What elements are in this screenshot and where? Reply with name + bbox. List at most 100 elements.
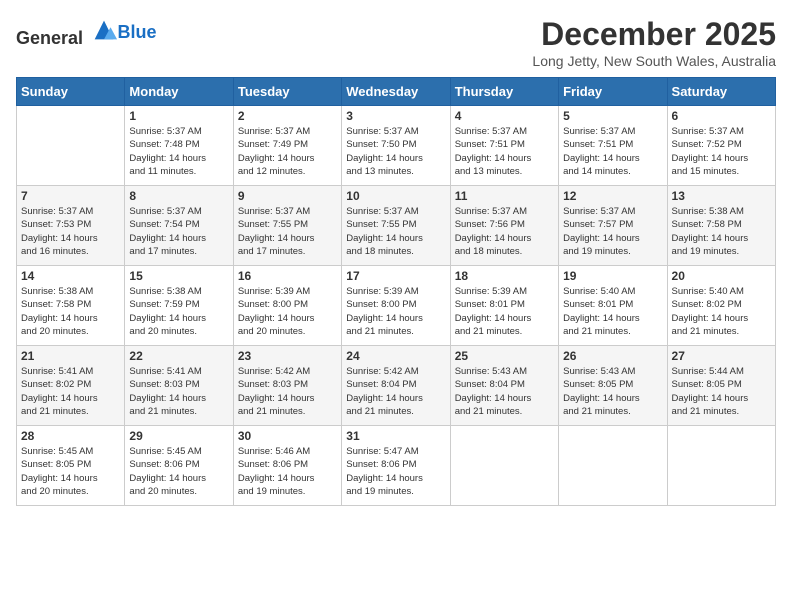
calendar-cell: 12Sunrise: 5:37 AM Sunset: 7:57 PM Dayli… (559, 186, 667, 266)
day-info: Sunrise: 5:40 AM Sunset: 8:01 PM Dayligh… (563, 285, 662, 338)
calendar-cell: 11Sunrise: 5:37 AM Sunset: 7:56 PM Dayli… (450, 186, 558, 266)
day-info: Sunrise: 5:46 AM Sunset: 8:06 PM Dayligh… (238, 445, 337, 498)
day-info: Sunrise: 5:37 AM Sunset: 7:55 PM Dayligh… (238, 205, 337, 258)
day-number: 29 (129, 429, 228, 443)
day-number: 22 (129, 349, 228, 363)
day-info: Sunrise: 5:38 AM Sunset: 7:59 PM Dayligh… (129, 285, 228, 338)
calendar-cell: 24 Sunrise: 5:42 AM Sunset: 8:04 PM Dayli… (342, 346, 450, 426)
day-number: 21 (21, 349, 120, 363)
day-info: Sunrise: 5:37 AM Sunset: 7:53 PM Dayligh… (21, 205, 120, 258)
day-info: Sunrise: 5:42 AM Sunset: 8:04 PM Dayligh… (346, 365, 445, 418)
day-number: 4 (455, 109, 554, 123)
calendar-cell: 8 Sunrise: 5:37 AM Sunset: 7:54 PM Daylig… (125, 186, 233, 266)
day-number: 7 (21, 189, 120, 203)
day-number: 26 (563, 349, 662, 363)
day-info: Sunrise: 5:45 AM Sunset: 8:05 PM Dayligh… (21, 445, 120, 498)
calendar-week-row: 28Sunrise: 5:45 AM Sunset: 8:05 PM Dayli… (17, 426, 776, 506)
calendar-cell (667, 426, 775, 506)
logo-icon (90, 16, 118, 44)
day-number: 19 (563, 269, 662, 283)
location: Long Jetty, New South Wales, Australia (532, 53, 776, 69)
day-info: Sunrise: 5:37 AM Sunset: 7:51 PM Dayligh… (563, 125, 662, 178)
calendar-cell: 14 Sunrise: 5:38 AM Sunset: 7:58 PM Dayli… (17, 266, 125, 346)
day-info: Sunrise: 5:37 AM Sunset: 7:48 PM Dayligh… (129, 125, 228, 178)
day-number: 23 (238, 349, 337, 363)
calendar-cell: 9 Sunrise: 5:37 AM Sunset: 7:55 PM Daylig… (233, 186, 341, 266)
day-number: 31 (346, 429, 445, 443)
calendar-cell: 27Sunrise: 5:44 AM Sunset: 8:05 PM Dayli… (667, 346, 775, 426)
day-info: Sunrise: 5:43 AM Sunset: 8:05 PM Dayligh… (563, 365, 662, 418)
calendar-cell (17, 106, 125, 186)
day-info: Sunrise: 5:41 AM Sunset: 8:03 PM Dayligh… (129, 365, 228, 418)
calendar-cell: 21Sunrise: 5:41 AM Sunset: 8:02 PM Dayli… (17, 346, 125, 426)
calendar-cell: 17 Sunrise: 5:39 AM Sunset: 8:00 PM Dayli… (342, 266, 450, 346)
day-number: 12 (563, 189, 662, 203)
logo-blue: Blue (118, 22, 157, 42)
calendar-cell: 6Sunrise: 5:37 AM Sunset: 7:52 PM Daylig… (667, 106, 775, 186)
calendar-week-row: 7 Sunrise: 5:37 AM Sunset: 7:53 PM Daylig… (17, 186, 776, 266)
day-info: Sunrise: 5:37 AM Sunset: 7:54 PM Dayligh… (129, 205, 228, 258)
day-info: Sunrise: 5:47 AM Sunset: 8:06 PM Dayligh… (346, 445, 445, 498)
calendar-week-row: 1Sunrise: 5:37 AM Sunset: 7:48 PM Daylig… (17, 106, 776, 186)
calendar-cell: 7 Sunrise: 5:37 AM Sunset: 7:53 PM Daylig… (17, 186, 125, 266)
day-number: 24 (346, 349, 445, 363)
calendar-cell: 25 Sunrise: 5:43 AM Sunset: 8:04 PM Dayli… (450, 346, 558, 426)
calendar-cell: 29 Sunrise: 5:45 AM Sunset: 8:06 PM Dayli… (125, 426, 233, 506)
day-info: Sunrise: 5:37 AM Sunset: 7:51 PM Dayligh… (455, 125, 554, 178)
day-number: 18 (455, 269, 554, 283)
calendar-cell: 22 Sunrise: 5:41 AM Sunset: 8:03 PM Dayli… (125, 346, 233, 426)
day-info: Sunrise: 5:44 AM Sunset: 8:05 PM Dayligh… (672, 365, 771, 418)
day-info: Sunrise: 5:37 AM Sunset: 7:49 PM Dayligh… (238, 125, 337, 178)
day-number: 20 (672, 269, 771, 283)
calendar-cell: 28Sunrise: 5:45 AM Sunset: 8:05 PM Dayli… (17, 426, 125, 506)
day-number: 3 (346, 109, 445, 123)
calendar-cell: 23 Sunrise: 5:42 AM Sunset: 8:03 PM Dayli… (233, 346, 341, 426)
calendar-cell: 1Sunrise: 5:37 AM Sunset: 7:48 PM Daylig… (125, 106, 233, 186)
day-info: Sunrise: 5:39 AM Sunset: 8:00 PM Dayligh… (346, 285, 445, 338)
calendar-weekday-header: Thursday (450, 78, 558, 106)
day-info: Sunrise: 5:38 AM Sunset: 7:58 PM Dayligh… (672, 205, 771, 258)
day-number: 30 (238, 429, 337, 443)
calendar-cell: 3 Sunrise: 5:37 AM Sunset: 7:50 PM Daylig… (342, 106, 450, 186)
day-number: 17 (346, 269, 445, 283)
day-info: Sunrise: 5:37 AM Sunset: 7:50 PM Dayligh… (346, 125, 445, 178)
calendar-header-row: SundayMondayTuesdayWednesdayThursdayFrid… (17, 78, 776, 106)
day-number: 9 (238, 189, 337, 203)
calendar-cell (559, 426, 667, 506)
day-info: Sunrise: 5:38 AM Sunset: 7:58 PM Dayligh… (21, 285, 120, 338)
logo: General Blue (16, 16, 157, 49)
day-info: Sunrise: 5:42 AM Sunset: 8:03 PM Dayligh… (238, 365, 337, 418)
day-info: Sunrise: 5:45 AM Sunset: 8:06 PM Dayligh… (129, 445, 228, 498)
day-info: Sunrise: 5:40 AM Sunset: 8:02 PM Dayligh… (672, 285, 771, 338)
day-number: 14 (21, 269, 120, 283)
logo-general: General (16, 28, 83, 48)
calendar-cell: 20 Sunrise: 5:40 AM Sunset: 8:02 PM Dayli… (667, 266, 775, 346)
calendar-cell: 19 Sunrise: 5:40 AM Sunset: 8:01 PM Dayli… (559, 266, 667, 346)
day-info: Sunrise: 5:37 AM Sunset: 7:52 PM Dayligh… (672, 125, 771, 178)
day-info: Sunrise: 5:39 AM Sunset: 8:00 PM Dayligh… (238, 285, 337, 338)
day-info: Sunrise: 5:43 AM Sunset: 8:04 PM Dayligh… (455, 365, 554, 418)
day-info: Sunrise: 5:39 AM Sunset: 8:01 PM Dayligh… (455, 285, 554, 338)
day-number: 16 (238, 269, 337, 283)
calendar-cell: 26 Sunrise: 5:43 AM Sunset: 8:05 PM Dayli… (559, 346, 667, 426)
calendar-cell: 13Sunrise: 5:38 AM Sunset: 7:58 PM Dayli… (667, 186, 775, 266)
day-number: 25 (455, 349, 554, 363)
calendar-week-row: 21Sunrise: 5:41 AM Sunset: 8:02 PM Dayli… (17, 346, 776, 426)
calendar-weekday-header: Monday (125, 78, 233, 106)
calendar-weekday-header: Saturday (667, 78, 775, 106)
day-info: Sunrise: 5:37 AM Sunset: 7:55 PM Dayligh… (346, 205, 445, 258)
calendar-cell (450, 426, 558, 506)
calendar-weekday-header: Wednesday (342, 78, 450, 106)
calendar-cell: 4 Sunrise: 5:37 AM Sunset: 7:51 PM Daylig… (450, 106, 558, 186)
day-number: 8 (129, 189, 228, 203)
calendar-weekday-header: Sunday (17, 78, 125, 106)
calendar-cell: 15 Sunrise: 5:38 AM Sunset: 7:59 PM Dayli… (125, 266, 233, 346)
day-number: 2 (238, 109, 337, 123)
day-info: Sunrise: 5:37 AM Sunset: 7:56 PM Dayligh… (455, 205, 554, 258)
day-number: 15 (129, 269, 228, 283)
calendar-cell: 31 Sunrise: 5:47 AM Sunset: 8:06 PM Dayli… (342, 426, 450, 506)
calendar-table: SundayMondayTuesdayWednesdayThursdayFrid… (16, 77, 776, 506)
calendar-week-row: 14 Sunrise: 5:38 AM Sunset: 7:58 PM Dayli… (17, 266, 776, 346)
calendar-weekday-header: Tuesday (233, 78, 341, 106)
calendar-cell: 2 Sunrise: 5:37 AM Sunset: 7:49 PM Daylig… (233, 106, 341, 186)
